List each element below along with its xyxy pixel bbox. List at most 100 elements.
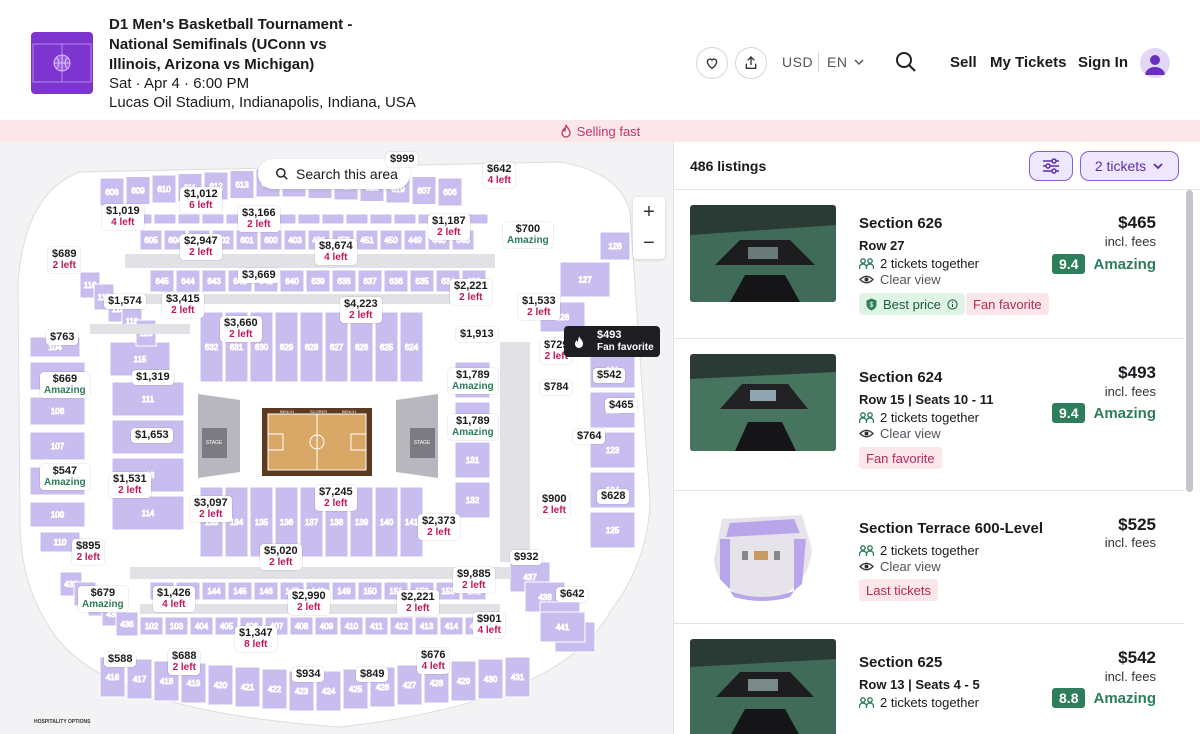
price-tag[interactable]: $3,166 2 left <box>238 206 280 232</box>
divider <box>818 52 819 72</box>
avatar[interactable] <box>1140 48 1170 78</box>
chevron-down-icon[interactable] <box>853 56 865 68</box>
price-tag[interactable]: $1,347 8 left <box>235 626 277 652</box>
clear-view-label: Clear view <box>880 559 941 574</box>
listing-price: $525 <box>1118 515 1156 534</box>
price-tag[interactable]: $2,221 2 left <box>397 590 439 616</box>
price-tag[interactable]: $688 2 left <box>168 649 201 675</box>
price-tag[interactable]: $1,019 4 left <box>102 204 144 230</box>
price-tag[interactable]: $669 Amazing <box>40 372 90 398</box>
price-tag[interactable]: $1,653 <box>131 428 173 443</box>
price-tag[interactable]: $3,097 2 left <box>190 496 232 522</box>
price-tag[interactable]: $999 <box>386 152 419 167</box>
listing-card[interactable]: Section 624 Row 15 | Seats 10 - 11 2 tic… <box>674 339 1184 491</box>
price-tag[interactable]: $2,947 2 left <box>180 234 222 260</box>
section-block[interactable] <box>393 213 417 225</box>
price-tag[interactable]: $2,990 2 left <box>288 589 330 615</box>
price-tag[interactable]: $1,012 6 left <box>180 187 222 213</box>
aisle-row <box>500 342 530 562</box>
price-tag[interactable]: $1,531 2 left <box>109 472 151 498</box>
event-thumbnail[interactable] <box>31 32 93 94</box>
language-selector[interactable]: EN <box>827 54 847 70</box>
my-tickets-link[interactable]: My Tickets <box>990 54 1066 71</box>
section-block[interactable] <box>297 213 321 225</box>
section-name: Section 626 <box>859 215 943 232</box>
section-label: 106 <box>51 407 65 416</box>
price-tag[interactable]: $895 2 left <box>72 539 105 565</box>
seating-map[interactable]: 6086096106116126136146156166176186196076… <box>0 142 673 734</box>
hospitality-options-label[interactable]: HOSPITALITY OPTIONS <box>34 719 91 725</box>
ticket-quantity-select[interactable]: 2 tickets <box>1080 151 1179 181</box>
info-icon[interactable] <box>947 298 958 310</box>
price-tag[interactable]: $679 Amazing <box>78 586 128 612</box>
price-tag[interactable]: $849 <box>356 667 389 682</box>
section-block[interactable] <box>153 213 177 225</box>
price-tag[interactable]: $676 4 left <box>417 648 450 674</box>
favorite-button[interactable] <box>696 47 728 79</box>
price-tag[interactable]: $900 2 left <box>538 492 571 518</box>
clear-view: Clear view <box>859 272 941 287</box>
listings-scrollbar[interactable] <box>1186 190 1193 492</box>
price-tag[interactable]: $763 <box>46 330 79 345</box>
stage-left-label: STAGE <box>206 440 223 446</box>
price-tag[interactable]: $2,221 2 left <box>450 279 492 305</box>
price: $688 <box>172 650 197 662</box>
price-tag[interactable]: $2,373 2 left <box>418 514 460 540</box>
listing-card[interactable]: Section Terrace 600-Level 2 tickets toge… <box>674 491 1184 624</box>
rating-label: Amazing <box>1093 404 1156 422</box>
section-label: 127 <box>578 276 592 285</box>
filter-button[interactable] <box>1029 151 1073 181</box>
price-tag[interactable]: $3,669 <box>238 268 280 283</box>
price-tag[interactable]: $465 <box>605 398 638 413</box>
price-tag[interactable]: $764 <box>573 429 606 444</box>
price-tag[interactable]: $1,187 2 left <box>428 214 470 240</box>
price-tag[interactable]: $547 Amazing <box>40 464 90 490</box>
price-tag[interactable]: $934 <box>292 667 325 682</box>
section-block[interactable] <box>321 213 345 225</box>
zoom-out-button[interactable]: − <box>633 228 665 259</box>
price-tag[interactable]: $700 Amazing <box>503 222 553 248</box>
price-tag[interactable]: $588 <box>104 652 137 667</box>
sell-link[interactable]: Sell <box>950 54 977 71</box>
section-block[interactable] <box>201 213 225 225</box>
currency-selector[interactable]: USD <box>782 54 813 70</box>
price-tag[interactable]: $4,223 2 left <box>340 297 382 323</box>
price-tag[interactable]: $1,913 <box>456 327 498 342</box>
price-tag[interactable]: $8,674 4 left <box>315 239 357 265</box>
price-tag[interactable]: $3,660 2 left <box>220 316 262 342</box>
price-tag[interactable]: $5,020 2 left <box>260 544 302 570</box>
price-tag[interactable]: $932 <box>510 550 543 565</box>
price-tag[interactable]: $1,789 Amazing <box>448 368 498 394</box>
price-tag[interactable]: $7,245 2 left <box>315 485 357 511</box>
price-tag[interactable]: $1,789 Amazing <box>448 414 498 440</box>
price-tag[interactable]: $628 <box>597 489 630 504</box>
price-tag[interactable]: $542 <box>593 368 626 383</box>
section-block[interactable] <box>345 213 369 225</box>
price: $493 <box>597 329 622 341</box>
sign-in-link[interactable]: Sign In <box>1078 54 1128 71</box>
search-icon[interactable] <box>894 50 918 74</box>
section-label: 125 <box>606 526 620 535</box>
price-tag[interactable]: $642 4 left <box>483 162 516 188</box>
listing-card[interactable]: Section 626 Row 27 2 tickets together Cl… <box>674 190 1184 339</box>
section-block[interactable] <box>177 213 201 225</box>
price: $547 <box>52 465 78 477</box>
people-icon <box>859 411 874 423</box>
price: $4,223 <box>344 298 378 310</box>
section-label: 416 <box>106 673 120 682</box>
zoom-in-button[interactable]: + <box>633 197 665 228</box>
highlighted-price-tag[interactable]: $493 Fan favorite <box>564 326 660 357</box>
price-tag[interactable]: $901 4 left <box>473 612 506 638</box>
price-tag[interactable]: $1,426 4 left <box>153 586 195 612</box>
price-tag[interactable]: $9,885 2 left <box>453 567 495 593</box>
section-block[interactable] <box>369 213 393 225</box>
price-tag[interactable]: $1,319 <box>132 370 174 385</box>
price-tag[interactable]: $1,574 <box>104 294 146 309</box>
price-tag[interactable]: $1,533 2 left <box>518 294 560 320</box>
price-tag[interactable]: $689 2 left <box>48 247 81 273</box>
price-tag[interactable]: $784 <box>540 380 573 395</box>
listing-card[interactable]: Section 625 Row 13 | Seats 4 - 5 2 ticke… <box>674 624 1184 734</box>
share-button[interactable] <box>735 47 767 79</box>
price-tag[interactable]: $3,415 2 left <box>162 292 204 318</box>
price-tag[interactable]: $642 <box>556 587 589 602</box>
